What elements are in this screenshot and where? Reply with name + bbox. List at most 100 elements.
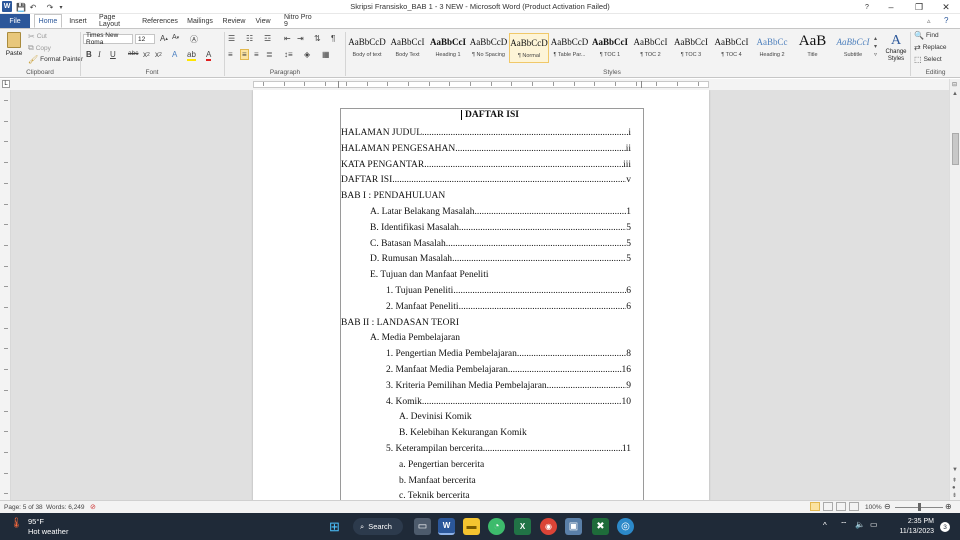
- paste-button[interactable]: Paste: [4, 32, 24, 58]
- toc-entry[interactable]: E. Tujuan dan Manfaat Peneliti: [370, 270, 631, 280]
- settings-app-icon[interactable]: ◎: [617, 518, 634, 535]
- minimize-button[interactable]: –: [878, 0, 904, 14]
- underline-button[interactable]: U: [110, 50, 116, 59]
- format-painter-button[interactable]: 🖌 Format Painter: [28, 55, 83, 64]
- toc-entry[interactable]: 1. Tujuan Peneliti......................…: [386, 286, 631, 296]
- multilevel-list-button[interactable]: ☲: [264, 34, 271, 43]
- font-size-combo[interactable]: 12: [135, 34, 155, 44]
- previous-page-icon[interactable]: ⇞: [952, 477, 957, 484]
- style-item[interactable]: AaBbCcI ¶ TOC 3: [671, 33, 711, 63]
- chrome-icon[interactable]: ◉: [540, 518, 557, 535]
- word-count[interactable]: Words: 6,249: [46, 504, 85, 511]
- close-button[interactable]: ✕: [933, 0, 959, 14]
- zoom-in-icon[interactable]: ⊕: [945, 502, 952, 511]
- change-styles-button[interactable]: A Change Styles: [883, 33, 909, 69]
- vertical-ruler[interactable]: [0, 90, 11, 500]
- toc-entry[interactable]: 4. Komik................................…: [386, 397, 631, 407]
- zoom-slider-thumb[interactable]: [918, 503, 921, 511]
- style-item[interactable]: AaB Title: [793, 33, 833, 63]
- help-icon[interactable]: ?: [944, 16, 948, 25]
- toc-entry[interactable]: A. Media Pembelajaran: [370, 333, 631, 343]
- toc-entry[interactable]: C. Batasan Masalah......................…: [370, 239, 631, 249]
- zoom-level[interactable]: 100%: [865, 504, 882, 511]
- draft-view-icon[interactable]: [849, 502, 859, 511]
- increase-indent-button[interactable]: ⇥: [297, 34, 304, 43]
- toc-entry[interactable]: HALAMAN PENGESAHAN......................…: [341, 144, 631, 154]
- tab-insert[interactable]: Insert: [65, 14, 91, 28]
- weather-temp[interactable]: 95°F: [28, 517, 44, 526]
- align-right-button[interactable]: ≡: [254, 50, 259, 59]
- style-item[interactable]: AaBbCcD ¶ Table Par...: [550, 33, 590, 63]
- tab-page-layout[interactable]: Page Layout: [95, 14, 137, 28]
- proofing-icon[interactable]: ⊘: [90, 503, 96, 511]
- toc-entry[interactable]: b. Manfaat bercerita: [399, 476, 631, 486]
- text-effects-button[interactable]: A: [172, 50, 177, 59]
- style-item[interactable]: AaBbCc Heading 2: [752, 33, 792, 63]
- style-item[interactable]: AaBbCcI ¶ TOC 4: [712, 33, 752, 63]
- style-item[interactable]: AaBbCcD Body of text: [347, 33, 387, 63]
- subscript-button[interactable]: x2: [143, 50, 150, 59]
- toc-entry[interactable]: B. Kelebihan Kekurangan Komik: [399, 428, 631, 438]
- minimize-ribbon-icon[interactable]: ▵: [927, 17, 931, 25]
- select-button[interactable]: ⬚ Select: [914, 55, 942, 64]
- toc-entry[interactable]: A. Devinisi Komik: [399, 412, 631, 422]
- bold-button[interactable]: B: [86, 50, 92, 59]
- toc-entry[interactable]: BAB I : PENDAHULUAN: [341, 191, 631, 201]
- zoom-out-icon[interactable]: ⊖: [884, 502, 891, 511]
- toc-entry[interactable]: D. Rumusan Masalah......................…: [370, 254, 631, 264]
- web-layout-view-icon[interactable]: [836, 502, 846, 511]
- clear-format-button[interactable]: Ⓐ: [190, 34, 198, 45]
- toc-entry[interactable]: 3. Kriteria Pemilihan Media Pembelajaran…: [386, 381, 631, 391]
- toc-entry[interactable]: B. Identifikasi Masalah.................…: [370, 223, 631, 233]
- tab-mailings[interactable]: Mailings: [183, 14, 217, 28]
- help-button[interactable]: ?: [854, 0, 880, 14]
- decrease-indent-button[interactable]: ⇤: [284, 34, 291, 43]
- styles-scroll[interactable]: ▴ ▾ ▿: [874, 35, 877, 59]
- style-item[interactable]: AaBbCcI ¶ TOC 1: [590, 33, 630, 63]
- style-item[interactable]: AaBbCcI Body Text: [388, 33, 428, 63]
- weather-icon[interactable]: 🌡: [10, 518, 23, 529]
- tab-view[interactable]: View: [251, 14, 275, 28]
- weather-desc[interactable]: Hot weather: [28, 527, 68, 536]
- vertical-scrollbar[interactable]: ⊟ ▲ ▼ ⇞ ● ⇟: [949, 79, 960, 500]
- full-screen-view-icon[interactable]: [823, 502, 833, 511]
- app-icon[interactable]: ▣: [565, 518, 582, 535]
- scroll-thumb[interactable]: [952, 133, 959, 165]
- show-marks-button[interactable]: ¶: [331, 34, 335, 43]
- numbering-button[interactable]: ☷: [246, 34, 253, 43]
- tab-file[interactable]: File: [0, 14, 30, 28]
- style-item[interactable]: AaBbCcI Heading 1: [428, 33, 468, 63]
- toc-entry[interactable]: HALAMAN JUDUL...........................…: [341, 128, 631, 138]
- strikethrough-button[interactable]: abc: [128, 50, 138, 57]
- style-item[interactable]: AaBbCcD ¶ Normal: [509, 33, 549, 63]
- speaker-icon[interactable]: 🔈: [855, 520, 865, 529]
- bullets-button[interactable]: ☰: [228, 34, 235, 43]
- style-item[interactable]: AaBbCcI Subtitle: [833, 33, 873, 63]
- taskbar-search[interactable]: ⌕ Search: [353, 518, 403, 535]
- document-page[interactable]: DAFTAR ISI HALAMAN JUDUL................…: [253, 90, 709, 500]
- battery-icon[interactable]: ▭: [870, 520, 878, 529]
- xbox-icon[interactable]: ✖: [592, 518, 609, 535]
- file-explorer-icon[interactable]: ▬: [463, 518, 480, 535]
- cut-button[interactable]: ✂ Cut: [28, 32, 47, 41]
- replace-button[interactable]: ⇄ Replace: [914, 43, 947, 52]
- borders-button[interactable]: ▦: [322, 50, 330, 59]
- excel-icon[interactable]: X: [514, 518, 531, 535]
- style-item[interactable]: AaBbCcD ¶ No Spacing: [469, 33, 509, 63]
- notification-badge[interactable]: 3: [940, 522, 950, 532]
- find-button[interactable]: 🔍 Find: [914, 31, 939, 40]
- clock-date[interactable]: 11/13/2023: [898, 528, 934, 535]
- shrink-font-button[interactable]: A ▾: [172, 34, 179, 41]
- scroll-up-icon[interactable]: ▲: [952, 91, 958, 97]
- toc-entry[interactable]: A. Latar Belakang Masalah...............…: [370, 207, 631, 217]
- task-view-icon[interactable]: ▭: [414, 518, 431, 535]
- style-item[interactable]: AaBbCcI ¶ TOC 2: [631, 33, 671, 63]
- toc-entry[interactable]: c. Teknik bercerita: [399, 491, 631, 500]
- align-center-button[interactable]: ≡: [240, 49, 249, 60]
- wifi-icon[interactable]: ⌔: [840, 520, 848, 530]
- toc-entry[interactable]: 5. Keterampilan bercerita...............…: [386, 444, 631, 454]
- word-taskbar-icon[interactable]: W: [438, 518, 455, 535]
- tab-nitro-pro[interactable]: Nitro Pro 9: [280, 14, 316, 28]
- show-hidden-icons[interactable]: ^: [823, 521, 827, 530]
- tab-review[interactable]: Review: [220, 14, 248, 28]
